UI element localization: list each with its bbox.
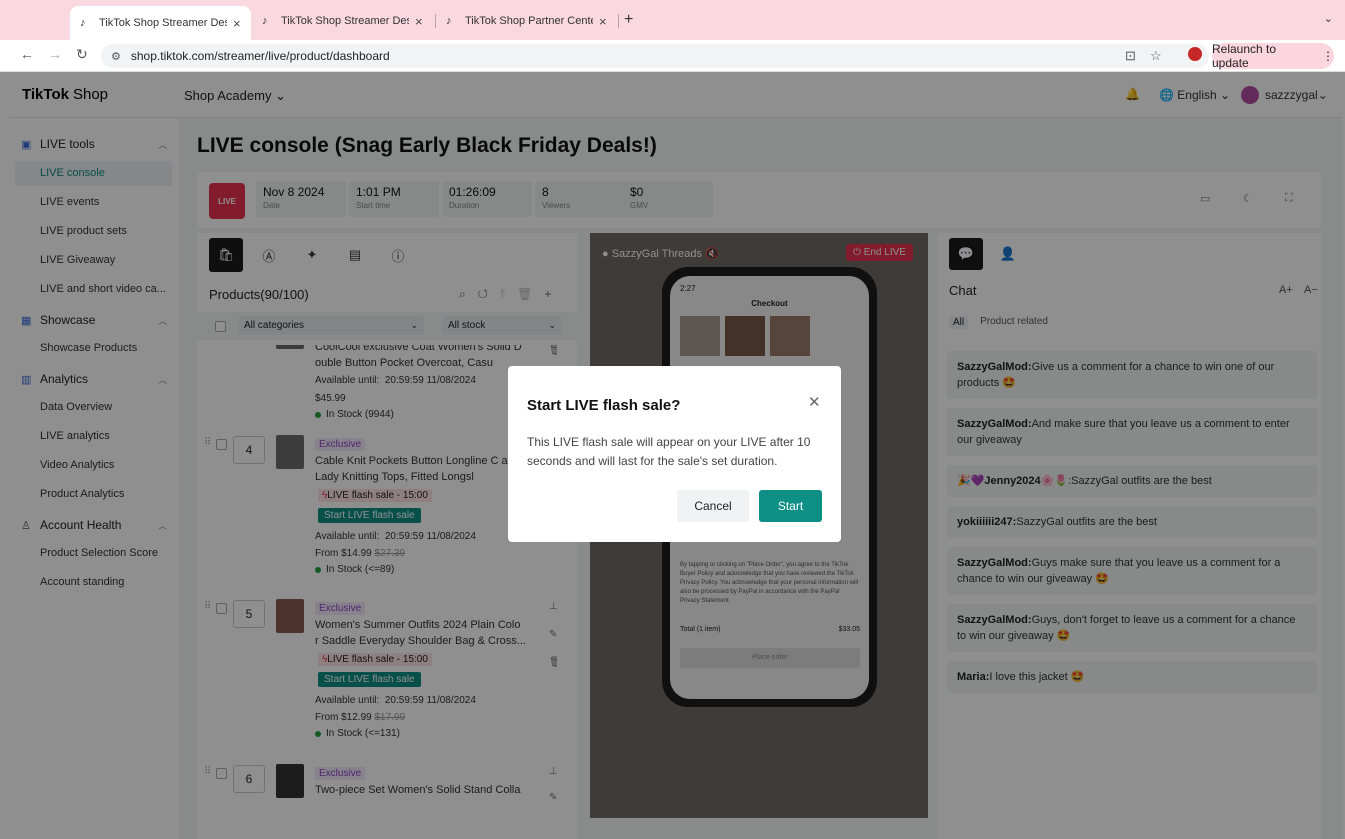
relaunch-label: Relaunch to update <box>1212 42 1277 70</box>
tab-title: TikTok Shop Streamer Deskto <box>99 17 227 29</box>
bookmark-star-icon[interactable]: ☆ <box>1150 48 1162 64</box>
tab-2[interactable]: ♪ TikTok Shop Streamer Deskto × <box>252 8 433 34</box>
close-icon[interactable]: ✕ <box>808 393 821 411</box>
site-info-icon[interactable]: ⚙ <box>111 50 121 63</box>
close-icon[interactable]: × <box>233 16 241 31</box>
address-bar: ← → ↻ ⚙ shop.tiktok.com/streamer/live/pr… <box>0 40 1345 72</box>
tiktok-icon: ♪ <box>80 17 86 29</box>
tab-bar: ♪ TikTok Shop Streamer Deskto × ♪ TikTok… <box>0 0 1345 40</box>
url-text: shop.tiktok.com/streamer/live/product/da… <box>130 49 390 63</box>
tiktok-icon: ♪ <box>262 15 268 27</box>
more-icon: ⋮ <box>1322 49 1334 63</box>
tab-search-icon[interactable]: ⌄ <box>1324 12 1333 25</box>
forward-icon[interactable]: → <box>48 46 62 62</box>
close-icon[interactable]: × <box>599 14 607 29</box>
dialog-title: Start LIVE flash sale? <box>527 397 681 414</box>
tab-1[interactable]: ♪ TikTok Shop Streamer Deskto × <box>70 6 251 40</box>
start-button[interactable]: Start <box>759 490 822 522</box>
url-field[interactable]: ⚙ shop.tiktok.com/streamer/live/product/… <box>101 44 1209 68</box>
install-icon[interactable]: ⊡ <box>1125 48 1136 64</box>
flash-sale-dialog: Start LIVE flash sale? ✕ This LIVE flash… <box>508 366 841 542</box>
tab-title: TikTok Shop Partner Center <box>465 15 593 27</box>
dialog-body: This LIVE flash sale will appear on your… <box>527 435 811 468</box>
new-tab-icon[interactable]: + <box>624 11 633 29</box>
tab-3[interactable]: ♪ TikTok Shop Partner Center × <box>436 8 617 34</box>
browser-window: ♪ TikTok Shop Streamer Deskto × ♪ TikTok… <box>0 0 1345 839</box>
tab-title: TikTok Shop Streamer Deskto <box>281 15 409 27</box>
tab-divider <box>618 14 619 28</box>
profile-icon[interactable] <box>1188 47 1202 61</box>
cancel-button[interactable]: Cancel <box>677 490 749 522</box>
back-icon[interactable]: ← <box>20 46 34 62</box>
close-icon[interactable]: × <box>415 14 423 29</box>
tiktok-icon: ♪ <box>446 15 452 27</box>
relaunch-button[interactable]: Relaunch to update ⋮ <box>1212 42 1334 70</box>
reload-icon[interactable]: ↻ <box>76 46 88 63</box>
